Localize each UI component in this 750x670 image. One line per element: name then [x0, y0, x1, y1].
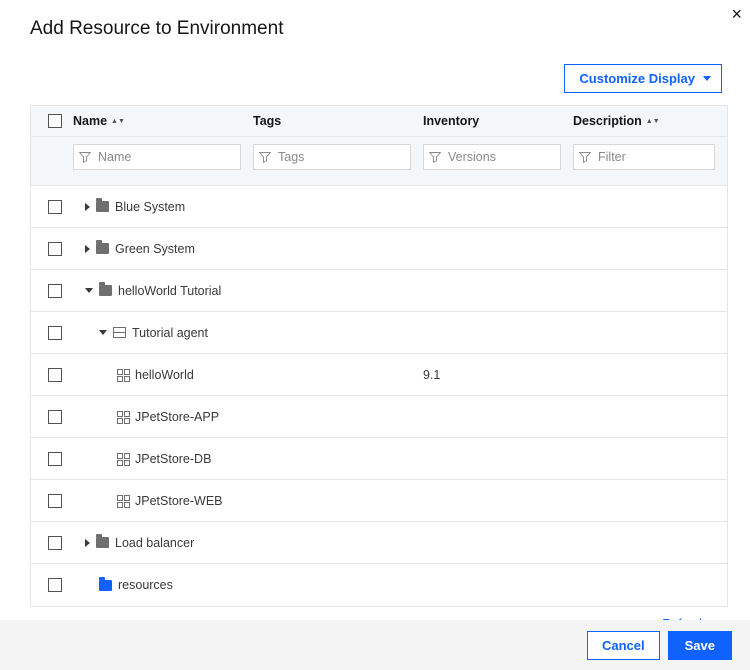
filter-icon [429, 151, 441, 163]
table-row[interactable]: resources [31, 564, 727, 606]
table-header: Name▲▼ Tags Inventory Description▲▼ [31, 105, 727, 137]
select-all-checkbox[interactable] [48, 114, 62, 128]
row-name-cell: JPetStore-APP [73, 410, 241, 424]
table-row[interactable]: Load balancer [31, 522, 727, 564]
folder-icon [96, 537, 109, 548]
row-name-cell: JPetStore-DB [73, 452, 241, 466]
expand-icon[interactable] [85, 245, 90, 253]
table-row[interactable]: Green System [31, 228, 727, 270]
collapse-icon[interactable] [99, 330, 107, 335]
row-label: Tutorial agent [132, 326, 208, 340]
row-checkbox[interactable] [48, 200, 62, 214]
table-row[interactable]: Tutorial agent [31, 312, 727, 354]
filter-inventory-input[interactable] [423, 144, 561, 170]
expand-icon[interactable] [85, 203, 90, 211]
row-label: JPetStore-APP [135, 410, 219, 424]
row-label: Load balancer [115, 536, 194, 550]
filter-icon [79, 151, 91, 163]
row-label: Blue System [115, 200, 185, 214]
table-row[interactable]: JPetStore-APP [31, 396, 727, 438]
collapse-icon[interactable] [85, 288, 93, 293]
row-name-cell: Blue System [73, 200, 241, 214]
expand-icon[interactable] [85, 539, 90, 547]
row-name-cell: helloWorld Tutorial [73, 284, 241, 298]
row-name-cell: Green System [73, 242, 241, 256]
row-label: helloWorld [135, 368, 194, 382]
row-label: JPetStore-DB [135, 452, 211, 466]
row-checkbox[interactable] [48, 410, 62, 424]
row-name-cell: resources [73, 578, 241, 592]
column-header-tags[interactable]: Tags [253, 114, 411, 128]
component-icon [117, 495, 129, 507]
component-icon [117, 369, 129, 381]
filter-icon [259, 151, 271, 163]
column-header-name[interactable]: Name▲▼ [73, 114, 241, 128]
row-checkbox[interactable] [48, 578, 62, 592]
filter-icon [579, 151, 591, 163]
agent-icon [113, 327, 126, 338]
sort-icon: ▲▼ [111, 119, 125, 124]
row-name-cell: Tutorial agent [73, 326, 241, 340]
table-filters [31, 137, 727, 186]
folder-icon [99, 285, 112, 296]
filter-name-input[interactable] [73, 144, 241, 170]
close-icon[interactable]: × [731, 4, 742, 25]
table-body: Blue System Green System helloWorld Tutori… [31, 186, 727, 606]
row-checkbox[interactable] [48, 242, 62, 256]
folder-icon [96, 201, 109, 212]
row-inventory: 9.1 [423, 368, 440, 382]
table-row[interactable]: helloWorld 9.1 [31, 354, 727, 396]
chevron-down-icon [703, 76, 711, 81]
row-label: Green System [115, 242, 195, 256]
customize-display-button[interactable]: Customize Display [564, 64, 722, 93]
toolbar: Customize Display [30, 64, 728, 93]
table-row[interactable]: helloWorld Tutorial [31, 270, 727, 312]
row-label: JPetStore-WEB [135, 494, 223, 508]
filter-description-input[interactable] [573, 144, 715, 170]
modal: × Add Resource to Environment Customize … [0, 0, 750, 620]
row-checkbox[interactable] [48, 494, 62, 508]
cancel-button[interactable]: Cancel [587, 631, 660, 660]
sort-icon: ▲▼ [646, 119, 660, 124]
row-name-cell: helloWorld [73, 368, 241, 382]
column-header-description[interactable]: Description▲▼ [573, 114, 715, 128]
modal-title: Add Resource to Environment [30, 18, 728, 40]
folder-icon [96, 243, 109, 254]
row-label: resources [118, 578, 173, 592]
table-row[interactable]: JPetStore-WEB [31, 480, 727, 522]
row-name-cell: JPetStore-WEB [73, 494, 241, 508]
table-row[interactable]: Blue System [31, 186, 727, 228]
table-row[interactable]: JPetStore-DB [31, 438, 727, 480]
resource-table: Name▲▼ Tags Inventory Description▲▼ [30, 105, 728, 607]
row-checkbox[interactable] [48, 284, 62, 298]
filter-tags-input[interactable] [253, 144, 411, 170]
dialog-footer: Cancel Save [0, 620, 750, 670]
row-checkbox[interactable] [48, 368, 62, 382]
folder-icon [99, 580, 112, 591]
save-button[interactable]: Save [668, 631, 732, 660]
row-checkbox[interactable] [48, 326, 62, 340]
row-name-cell: Load balancer [73, 536, 241, 550]
column-header-inventory[interactable]: Inventory [423, 114, 561, 128]
component-icon [117, 411, 129, 423]
row-checkbox[interactable] [48, 452, 62, 466]
component-icon [117, 453, 129, 465]
customize-display-label: Customize Display [579, 71, 695, 86]
row-label: helloWorld Tutorial [118, 284, 221, 298]
row-checkbox[interactable] [48, 536, 62, 550]
